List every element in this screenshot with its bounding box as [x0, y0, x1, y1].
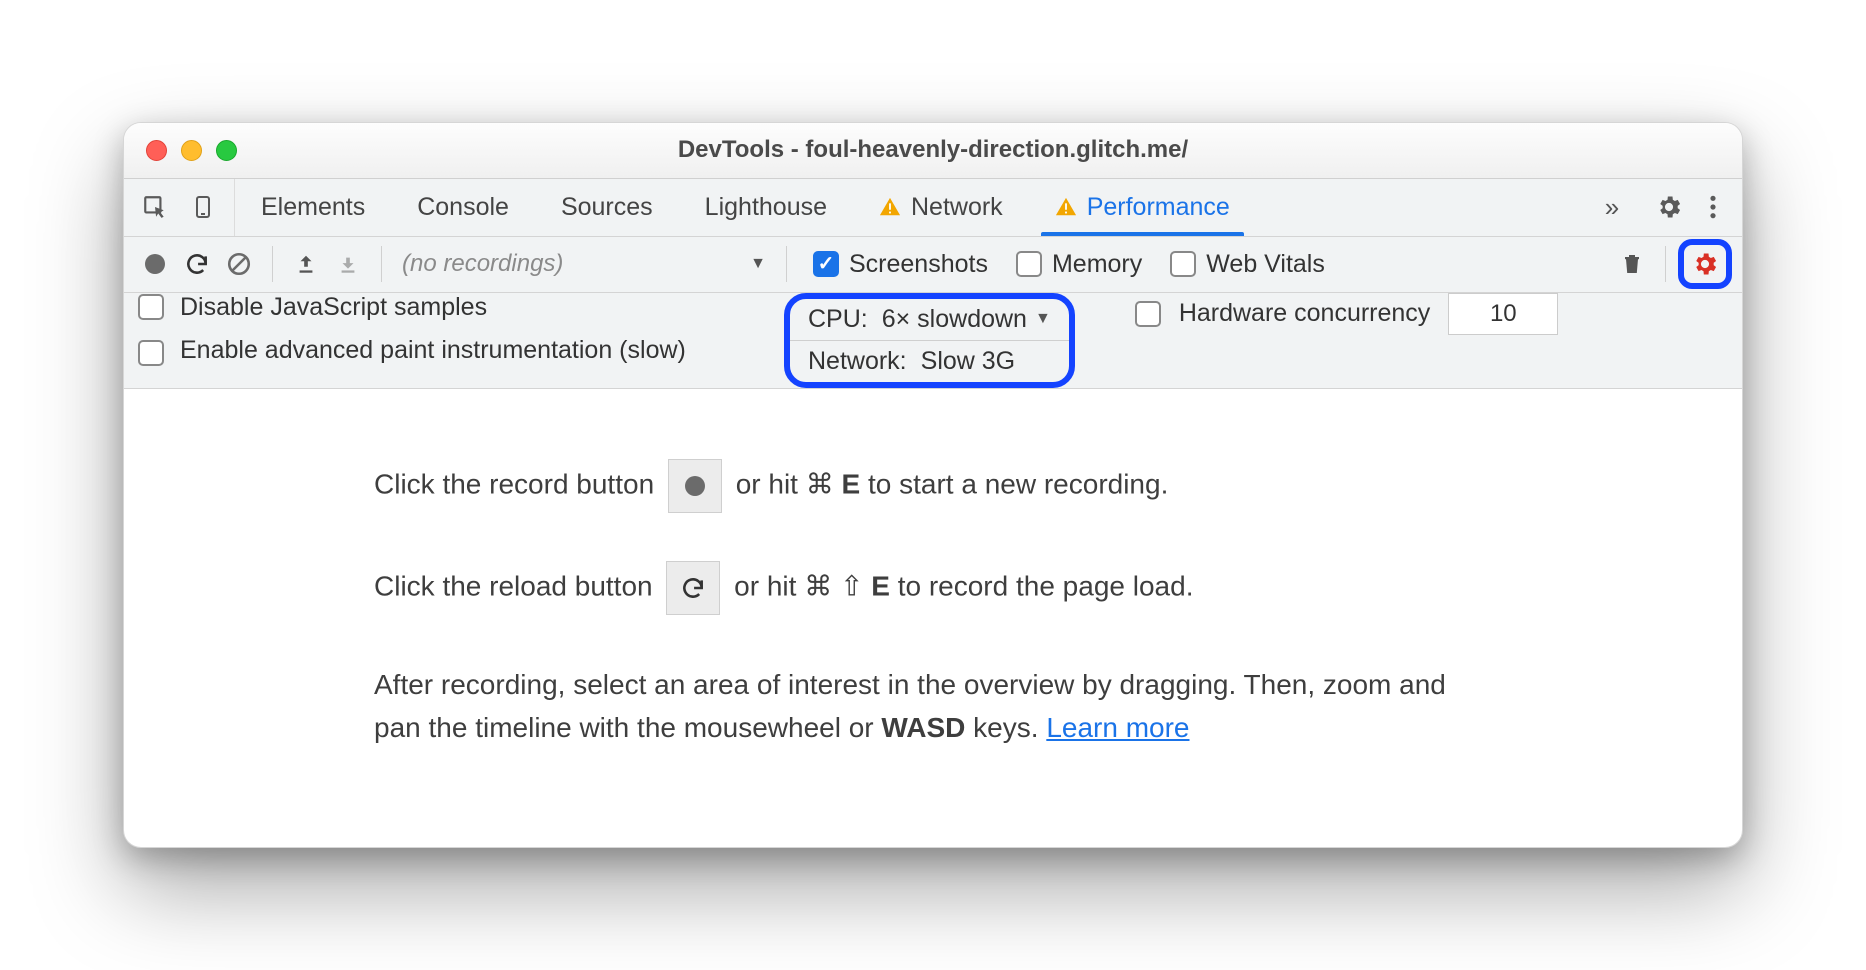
clear-button[interactable]	[218, 243, 260, 285]
checkbox-icon	[1170, 251, 1196, 277]
capture-settings-gear-icon[interactable]	[1688, 247, 1722, 281]
window-title: DevTools - foul-heavenly-direction.glitc…	[124, 136, 1742, 164]
checkbox-icon	[1016, 251, 1042, 277]
kebab-menu-icon[interactable]	[1692, 186, 1734, 228]
checkbox-icon[interactable]	[1135, 301, 1161, 327]
load-profile-icon[interactable]	[285, 243, 327, 285]
recordings-label: (no recordings)	[402, 250, 563, 278]
zoom-window-button[interactable]	[216, 140, 237, 161]
record-button[interactable]	[134, 243, 176, 285]
empty-state-instructions: Click the record button or hit ⌘ E to st…	[124, 389, 1742, 848]
inspect-element-icon[interactable]	[134, 186, 176, 228]
disable-js-label: Disable JavaScript samples	[180, 293, 487, 322]
instruction-reload: Click the reload button or hit ⌘ ⇧ E to …	[374, 561, 1492, 615]
advanced-paint-label: Enable advanced paint instrumentation (s…	[180, 336, 686, 365]
tab-performance[interactable]: Performance	[1029, 179, 1256, 236]
cpu-throttle-select[interactable]: CPU: 6× slowdown▼	[790, 299, 1069, 341]
close-window-button[interactable]	[146, 140, 167, 161]
memory-checkbox[interactable]: Memory	[1016, 250, 1142, 279]
instruction-zoom: After recording, select an area of inter…	[374, 663, 1492, 750]
checkbox-icon[interactable]	[138, 340, 164, 366]
devtools-window: DevTools - foul-heavenly-direction.glitc…	[123, 122, 1743, 849]
tab-sources[interactable]: Sources	[535, 179, 679, 236]
throttling-highlight: CPU: 6× slowdown▼ Network: Slow 3G	[784, 293, 1075, 388]
performance-toolbar: (no recordings) ▼ Screenshots Memory Web…	[124, 237, 1742, 293]
dropdown-caret-icon: ▼	[1035, 310, 1051, 328]
web-vitals-checkbox[interactable]: Web Vitals	[1170, 250, 1325, 279]
minimize-window-button[interactable]	[181, 140, 202, 161]
window-controls	[146, 140, 237, 161]
device-toggle-icon[interactable]	[182, 186, 224, 228]
collect-garbage-icon[interactable]	[1611, 243, 1653, 285]
dropdown-caret-icon: ▼	[750, 255, 766, 273]
checkbox-icon[interactable]	[138, 294, 164, 320]
reload-record-button[interactable]	[176, 243, 218, 285]
tab-elements[interactable]: Elements	[235, 179, 391, 236]
instruction-record: Click the record button or hit ⌘ E to st…	[374, 459, 1492, 513]
recordings-dropdown[interactable]: (no recordings) ▼	[394, 250, 774, 278]
tab-console[interactable]: Console	[391, 179, 535, 236]
devtools-tabstrip: ElementsConsoleSourcesLighthouseNetworkP…	[124, 179, 1742, 237]
tab-network[interactable]: Network	[853, 179, 1029, 236]
reload-icon	[666, 561, 720, 615]
hw-concurrency-label: Hardware concurrency	[1179, 299, 1431, 328]
capture-settings-highlight	[1678, 239, 1732, 289]
checkbox-icon	[813, 251, 839, 277]
network-throttle-select[interactable]: Network: Slow 3G	[790, 341, 1069, 382]
learn-more-link[interactable]: Learn more	[1046, 712, 1189, 743]
screenshots-checkbox[interactable]: Screenshots	[813, 250, 988, 279]
tab-lighthouse[interactable]: Lighthouse	[679, 179, 853, 236]
hw-concurrency-input[interactable]	[1448, 293, 1558, 335]
more-tabs-button[interactable]: »	[1584, 179, 1640, 236]
record-icon	[668, 459, 722, 513]
titlebar: DevTools - foul-heavenly-direction.glitc…	[124, 123, 1742, 179]
save-profile-icon[interactable]	[327, 243, 369, 285]
settings-gear-icon[interactable]	[1648, 186, 1690, 228]
capture-settings-panel: Disable JavaScript samples Enable advanc…	[124, 293, 1742, 389]
